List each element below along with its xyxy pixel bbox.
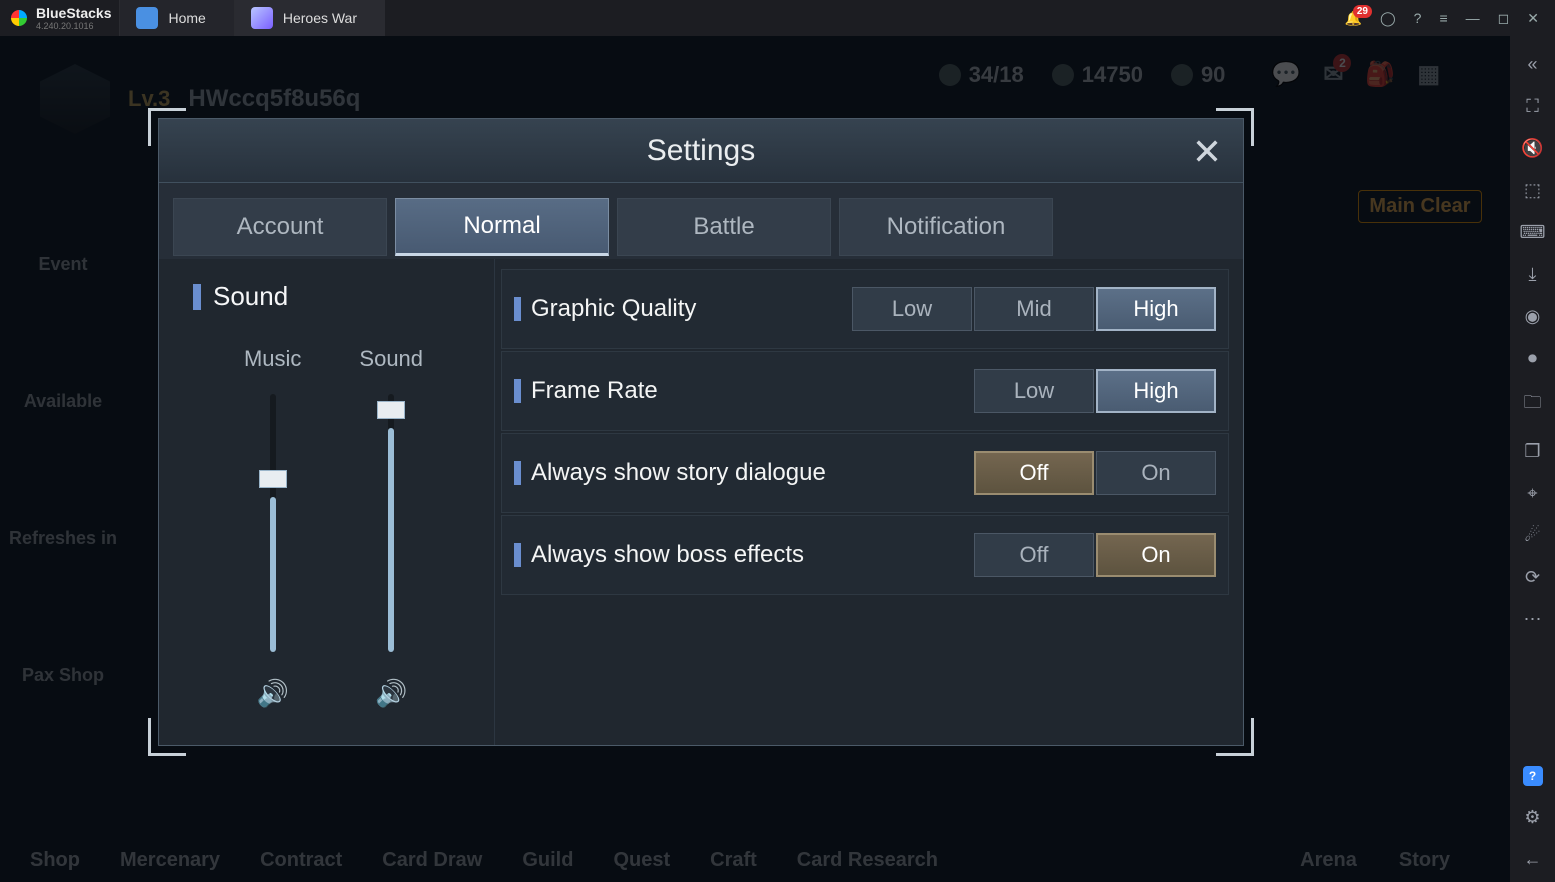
boss-on-button[interactable]: On — [1096, 533, 1216, 577]
maximize-button[interactable]: ◻ — [1498, 10, 1510, 27]
location-icon[interactable]: ⌖ — [1527, 483, 1537, 504]
music-slider[interactable] — [270, 394, 276, 652]
tab-notification[interactable]: Notification — [839, 198, 1053, 256]
selection-icon[interactable]: ⬚ — [1524, 180, 1541, 201]
screenshot-icon[interactable]: ◉ — [1525, 306, 1541, 327]
help-icon[interactable]: ? — [1414, 10, 1422, 26]
shake-icon[interactable]: ☄ — [1524, 525, 1540, 546]
more-icon[interactable]: ⋯ — [1524, 609, 1542, 630]
close-icon — [1193, 137, 1221, 165]
row-story-dialogue: Always show story dialogue Off On — [501, 433, 1229, 513]
titlebar: BlueStacks 4.240.20.1016 Home Heroes War… — [0, 0, 1555, 36]
dialog-title: Settings — [647, 134, 755, 168]
settings-tabs: Account Normal Battle Notification — [159, 183, 1243, 259]
sound-slider[interactable] — [388, 394, 394, 652]
side-toolbar: « ⛶ 🔇 ⬚ ⌨ ⤓ ◉ ⏺ 🗀 ❐ ⌖ ☄ ⟳ ⋯ ? ⚙ ← — [1510, 36, 1555, 882]
story-off-button[interactable]: Off — [974, 451, 1094, 495]
brand-name: BlueStacks — [36, 5, 111, 21]
sound-title: Sound — [213, 281, 288, 312]
game-viewport: Lv.3 HWccq5f8u56q 34/18 14750 90 💬 ✉ 🎒 ▦… — [0, 36, 1510, 882]
minimize-button[interactable]: — — [1466, 10, 1480, 26]
tab-label: Heroes War — [283, 10, 357, 26]
row-label: Always show story dialogue — [531, 459, 826, 487]
boss-off-button[interactable]: Off — [974, 533, 1094, 577]
close-button[interactable]: ✕ — [1527, 10, 1539, 27]
tab-home[interactable]: Home — [119, 0, 233, 36]
collapse-icon[interactable]: « — [1527, 54, 1537, 75]
folder-icon[interactable]: 🗀 — [1524, 390, 1542, 420]
row-boss-effects: Always show boss effects Off On — [501, 515, 1229, 595]
help-square-icon[interactable]: ? — [1523, 766, 1543, 786]
tab-battle[interactable]: Battle — [617, 198, 831, 256]
row-label: Graphic Quality — [531, 295, 696, 323]
sound-panel: Sound Music 🔊 Sound — [159, 259, 495, 745]
volume-mute-icon[interactable]: 🔇 — [1521, 138, 1543, 159]
record-icon[interactable]: ⏺ — [1528, 348, 1537, 369]
multi-instance-icon[interactable]: ❐ — [1524, 441, 1540, 462]
game-icon — [251, 7, 273, 29]
tab-account[interactable]: Account — [173, 198, 387, 256]
speaker-icon: 🔊 — [375, 678, 407, 709]
bluestacks-logo-icon — [8, 7, 30, 29]
music-slider-label: Music — [244, 346, 301, 372]
sound-slider-label: Sound — [359, 346, 423, 372]
rotate-icon[interactable]: ⟳ — [1525, 567, 1540, 588]
notifications-icon[interactable]: 🔔 — [1345, 10, 1362, 27]
settings-gear-icon[interactable]: ⚙ — [1524, 807, 1540, 828]
fullscreen-icon[interactable]: ⛶ — [1526, 96, 1539, 117]
back-icon[interactable]: ← — [1524, 849, 1542, 870]
version-text: 4.240.20.1016 — [36, 21, 111, 31]
tab-normal[interactable]: Normal — [395, 198, 609, 256]
keyboard-icon[interactable]: ⌨ — [1520, 222, 1546, 243]
download-icon[interactable]: ⤓ — [1529, 264, 1537, 285]
dialog-header: Settings — [159, 119, 1243, 183]
row-graphic-quality: Graphic Quality Low Mid High — [501, 269, 1229, 349]
close-dialog-button[interactable] — [1185, 129, 1229, 173]
account-icon[interactable]: ◯ — [1380, 10, 1396, 27]
speaker-icon: 🔊 — [256, 678, 288, 709]
row-frame-rate: Frame Rate Low High — [501, 351, 1229, 431]
framerate-high-button[interactable]: High — [1096, 369, 1216, 413]
graphic-mid-button[interactable]: Mid — [974, 287, 1094, 331]
graphic-high-button[interactable]: High — [1096, 287, 1216, 331]
framerate-low-button[interactable]: Low — [974, 369, 1094, 413]
settings-dialog: Settings Account Normal Battle Notificat… — [148, 108, 1254, 756]
story-on-button[interactable]: On — [1096, 451, 1216, 495]
row-label: Frame Rate — [531, 377, 658, 405]
window-controls: 🔔 ◯ ? ≡ — ◻ ✕ — [1329, 10, 1555, 27]
settings-options-panel: Graphic Quality Low Mid High Frame Rate … — [495, 259, 1243, 745]
tab-heroes-war[interactable]: Heroes War — [234, 0, 385, 36]
home-icon — [136, 7, 158, 29]
tab-label: Home — [168, 10, 205, 26]
graphic-low-button[interactable]: Low — [852, 287, 972, 331]
row-label: Always show boss effects — [531, 541, 804, 569]
menu-icon[interactable]: ≡ — [1439, 10, 1447, 26]
